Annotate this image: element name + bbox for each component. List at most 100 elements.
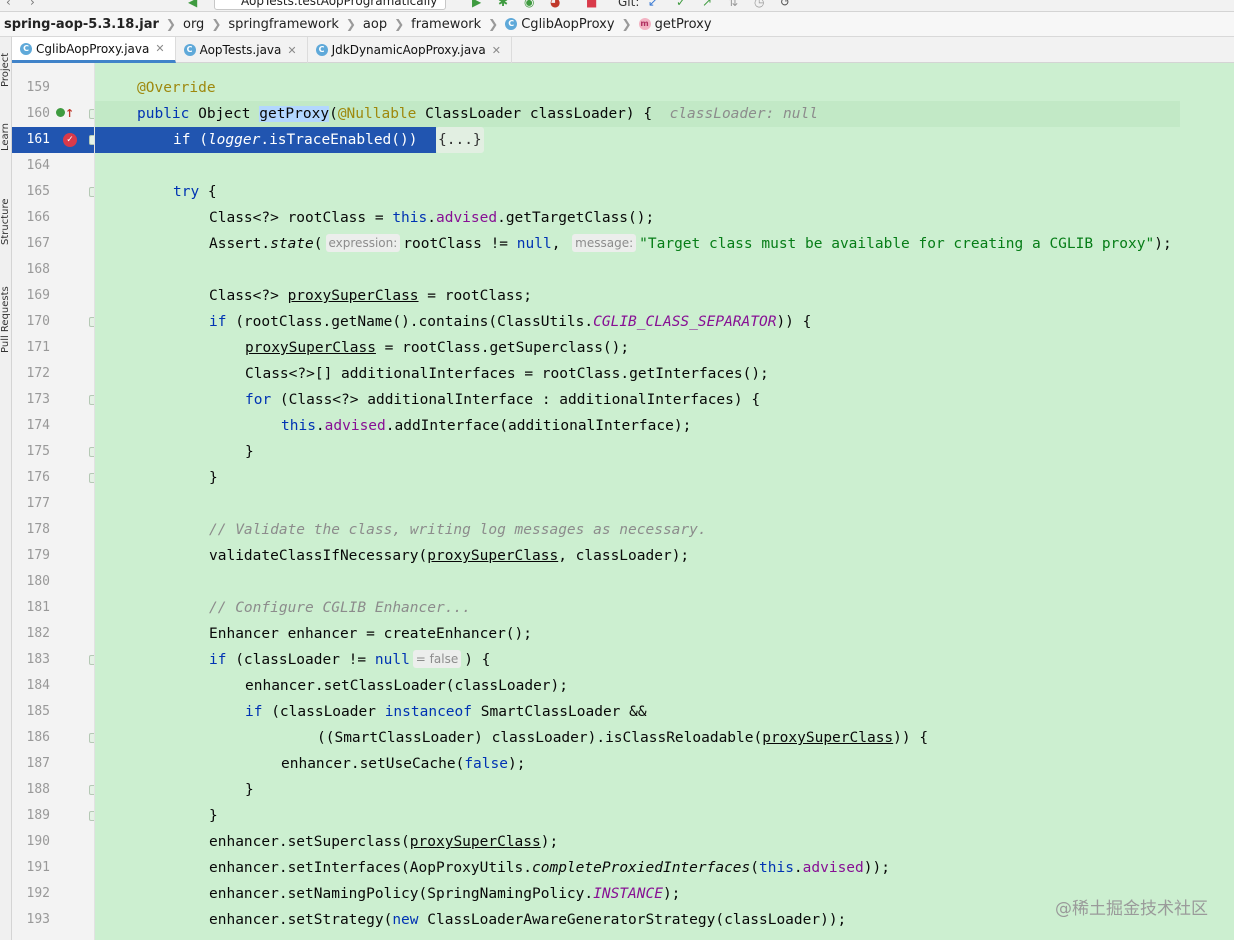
code-line[interactable]: if (classLoader != null = false) { bbox=[95, 647, 1234, 673]
gutter-line[interactable]: 180 bbox=[12, 569, 94, 595]
code-line[interactable]: } bbox=[95, 777, 1234, 803]
close-icon[interactable]: ✕ bbox=[492, 44, 501, 57]
breadcrumb-method[interactable]: m getProxy bbox=[638, 17, 712, 32]
run-configuration-selector[interactable]: AopTests.testAopProgramatically bbox=[214, 0, 447, 10]
gutter-line[interactable]: 165 bbox=[12, 179, 94, 205]
gutter-line[interactable]: 159 bbox=[12, 75, 94, 101]
breadcrumb-jar[interactable]: spring-aop-5.3.18.jar bbox=[4, 17, 159, 32]
gutter-line[interactable]: 172 bbox=[12, 361, 94, 387]
gutter-line[interactable]: 171 bbox=[12, 335, 94, 361]
gutter-line[interactable]: 160 ↑ bbox=[12, 101, 94, 127]
gutter-line[interactable]: 193 bbox=[12, 907, 94, 933]
breadcrumb-package-framework[interactable]: framework bbox=[411, 17, 481, 32]
learn-tool-tab[interactable]: Learn bbox=[0, 117, 11, 151]
code-line[interactable]: enhancer.setClassLoader(classLoader); bbox=[95, 673, 1234, 699]
code-line[interactable]: Class<?> rootClass = this.advised.getTar… bbox=[95, 205, 1234, 231]
gutter-line[interactable]: 189 bbox=[12, 803, 94, 829]
history-icon[interactable]: ◷ bbox=[754, 0, 764, 9]
structure-tool-tab[interactable]: Structure bbox=[0, 185, 11, 245]
breadcrumb-package-org[interactable]: org bbox=[183, 17, 204, 32]
code-line[interactable]: proxySuperClass = rootClass.getSuperclas… bbox=[95, 335, 1234, 361]
code-line[interactable]: if (rootClass.getName().contains(ClassUt… bbox=[95, 309, 1234, 335]
run-icon[interactable]: ▶ bbox=[472, 0, 481, 9]
gutter-line[interactable]: 184 bbox=[12, 673, 94, 699]
debug-icon[interactable]: ✱ bbox=[498, 0, 508, 9]
code-line[interactable]: Class<?> proxySuperClass = rootClass; bbox=[95, 283, 1234, 309]
gutter-line[interactable]: 176 bbox=[12, 465, 94, 491]
code-editor[interactable]: @Override public Object getProxy(@Nullab… bbox=[95, 63, 1234, 940]
gutter-line[interactable]: 167 bbox=[12, 231, 94, 257]
close-icon[interactable]: ✕ bbox=[287, 44, 296, 57]
gutter-line[interactable]: 186 bbox=[12, 725, 94, 751]
breadcrumb-class[interactable]: C CglibAopProxy bbox=[505, 17, 615, 32]
gutter-line[interactable]: 191 bbox=[12, 855, 94, 881]
folded-code-block[interactable]: {...} bbox=[436, 127, 484, 153]
breakpoint-icon[interactable]: ✓ bbox=[63, 133, 77, 147]
code-line[interactable]: validateClassIfNecessary(proxySuperClass… bbox=[95, 543, 1234, 569]
gutter-line[interactable]: 164 bbox=[12, 153, 94, 179]
code-token: ()) bbox=[391, 132, 418, 148]
code-line[interactable]: try { bbox=[95, 179, 1234, 205]
code-line[interactable]: Assert.state(expression: rootClass != nul… bbox=[95, 231, 1234, 257]
profile-icon[interactable]: ◕ bbox=[550, 0, 560, 9]
code-token: if bbox=[209, 652, 227, 668]
gutter-line[interactable]: 168 bbox=[12, 257, 94, 283]
git-push-icon[interactable]: ↗ bbox=[702, 0, 712, 9]
build-icon[interactable]: ◀ bbox=[188, 0, 197, 9]
code-line[interactable]: enhancer.setUseCache(false); bbox=[95, 751, 1234, 777]
pull-requests-tool-tab[interactable]: Pull Requests bbox=[0, 273, 11, 353]
code-line[interactable]: } bbox=[95, 803, 1234, 829]
gutter-line[interactable]: 170 bbox=[12, 309, 94, 335]
code-line-current[interactable]: if (logger.isTraceEnabled()) {...} bbox=[95, 127, 1234, 153]
code-line[interactable]: } bbox=[95, 439, 1234, 465]
tab-aoptests[interactable]: C AopTests.java ✕ bbox=[176, 37, 308, 63]
gutter-line[interactable]: 175 bbox=[12, 439, 94, 465]
code-line[interactable]: if (classLoader instanceof SmartClassLoa… bbox=[95, 699, 1234, 725]
git-merge-icon[interactable]: ⇅ bbox=[728, 0, 738, 9]
code-line[interactable]: public Object getProxy(@Nullable ClassLo… bbox=[95, 101, 1234, 127]
breadcrumb-package-springframework[interactable]: springframework bbox=[228, 17, 338, 32]
code-line[interactable]: Class<?>[] additionalInterfaces = rootCl… bbox=[95, 361, 1234, 387]
gutter-line[interactable]: 190 bbox=[12, 829, 94, 855]
editor-gutter[interactable]: 159 160 ↑ 161 ✓ 164 165 166 167 168 169 17… bbox=[12, 63, 95, 940]
back-icon[interactable]: ‹ bbox=[6, 0, 11, 9]
gutter-line[interactable]: 166 bbox=[12, 205, 94, 231]
gutter-line[interactable]: 179 bbox=[12, 543, 94, 569]
gutter-line[interactable]: 187 bbox=[12, 751, 94, 777]
gutter-line[interactable]: 185 bbox=[12, 699, 94, 725]
rollback-icon[interactable]: ↺ bbox=[780, 0, 790, 9]
override-method-icon[interactable]: ↑ bbox=[56, 105, 74, 123]
code-line[interactable]: // Validate the class, writing log messa… bbox=[95, 517, 1234, 543]
code-line[interactable]: @Override bbox=[95, 75, 1234, 101]
gutter-line[interactable]: 174 bbox=[12, 413, 94, 439]
gutter-line[interactable]: 177 bbox=[12, 491, 94, 517]
stop-icon[interactable]: ■ bbox=[586, 0, 597, 9]
code-line[interactable]: Enhancer enhancer = createEnhancer(); bbox=[95, 621, 1234, 647]
code-line[interactable]: ((SmartClassLoader) classLoader).isClass… bbox=[95, 725, 1234, 751]
close-icon[interactable]: ✕ bbox=[155, 42, 164, 55]
tab-cglibaopproxy[interactable]: C CglibAopProxy.java ✕ bbox=[12, 37, 176, 63]
code-line[interactable]: enhancer.setSuperclass(proxySuperClass); bbox=[95, 829, 1234, 855]
code-line[interactable]: // Configure CGLIB Enhancer... bbox=[95, 595, 1234, 621]
git-commit-icon[interactable]: ✓ bbox=[676, 0, 686, 9]
breadcrumb-package-aop[interactable]: aop bbox=[363, 17, 387, 32]
code-line[interactable]: } bbox=[95, 465, 1234, 491]
gutter-line[interactable]: 173 bbox=[12, 387, 94, 413]
code-line[interactable]: enhancer.setInterfaces(AopProxyUtils.com… bbox=[95, 855, 1234, 881]
code-line[interactable]: for (Class<?> additionalInterface : addi… bbox=[95, 387, 1234, 413]
gutter-line[interactable]: 192 bbox=[12, 881, 94, 907]
gutter-line[interactable]: 188 bbox=[12, 777, 94, 803]
gutter-line[interactable]: 182 bbox=[12, 621, 94, 647]
gutter-line-current[interactable]: 161 ✓ bbox=[12, 127, 94, 153]
gutter-line[interactable]: 181 bbox=[12, 595, 94, 621]
gutter-line[interactable]: 178 bbox=[12, 517, 94, 543]
line-number: 191 bbox=[26, 860, 50, 875]
code-line[interactable]: this.advised.addInterface(additionalInte… bbox=[95, 413, 1234, 439]
git-update-icon[interactable]: ↙ bbox=[648, 0, 658, 9]
project-tool-tab[interactable]: Project bbox=[0, 41, 11, 87]
forward-icon[interactable]: › bbox=[30, 0, 35, 9]
gutter-line[interactable]: 169 bbox=[12, 283, 94, 309]
gutter-line[interactable]: 183 bbox=[12, 647, 94, 673]
tab-jdkdynamicaopproxy[interactable]: C JdkDynamicAopProxy.java ✕ bbox=[308, 37, 512, 63]
coverage-icon[interactable]: ◉ bbox=[524, 0, 534, 9]
